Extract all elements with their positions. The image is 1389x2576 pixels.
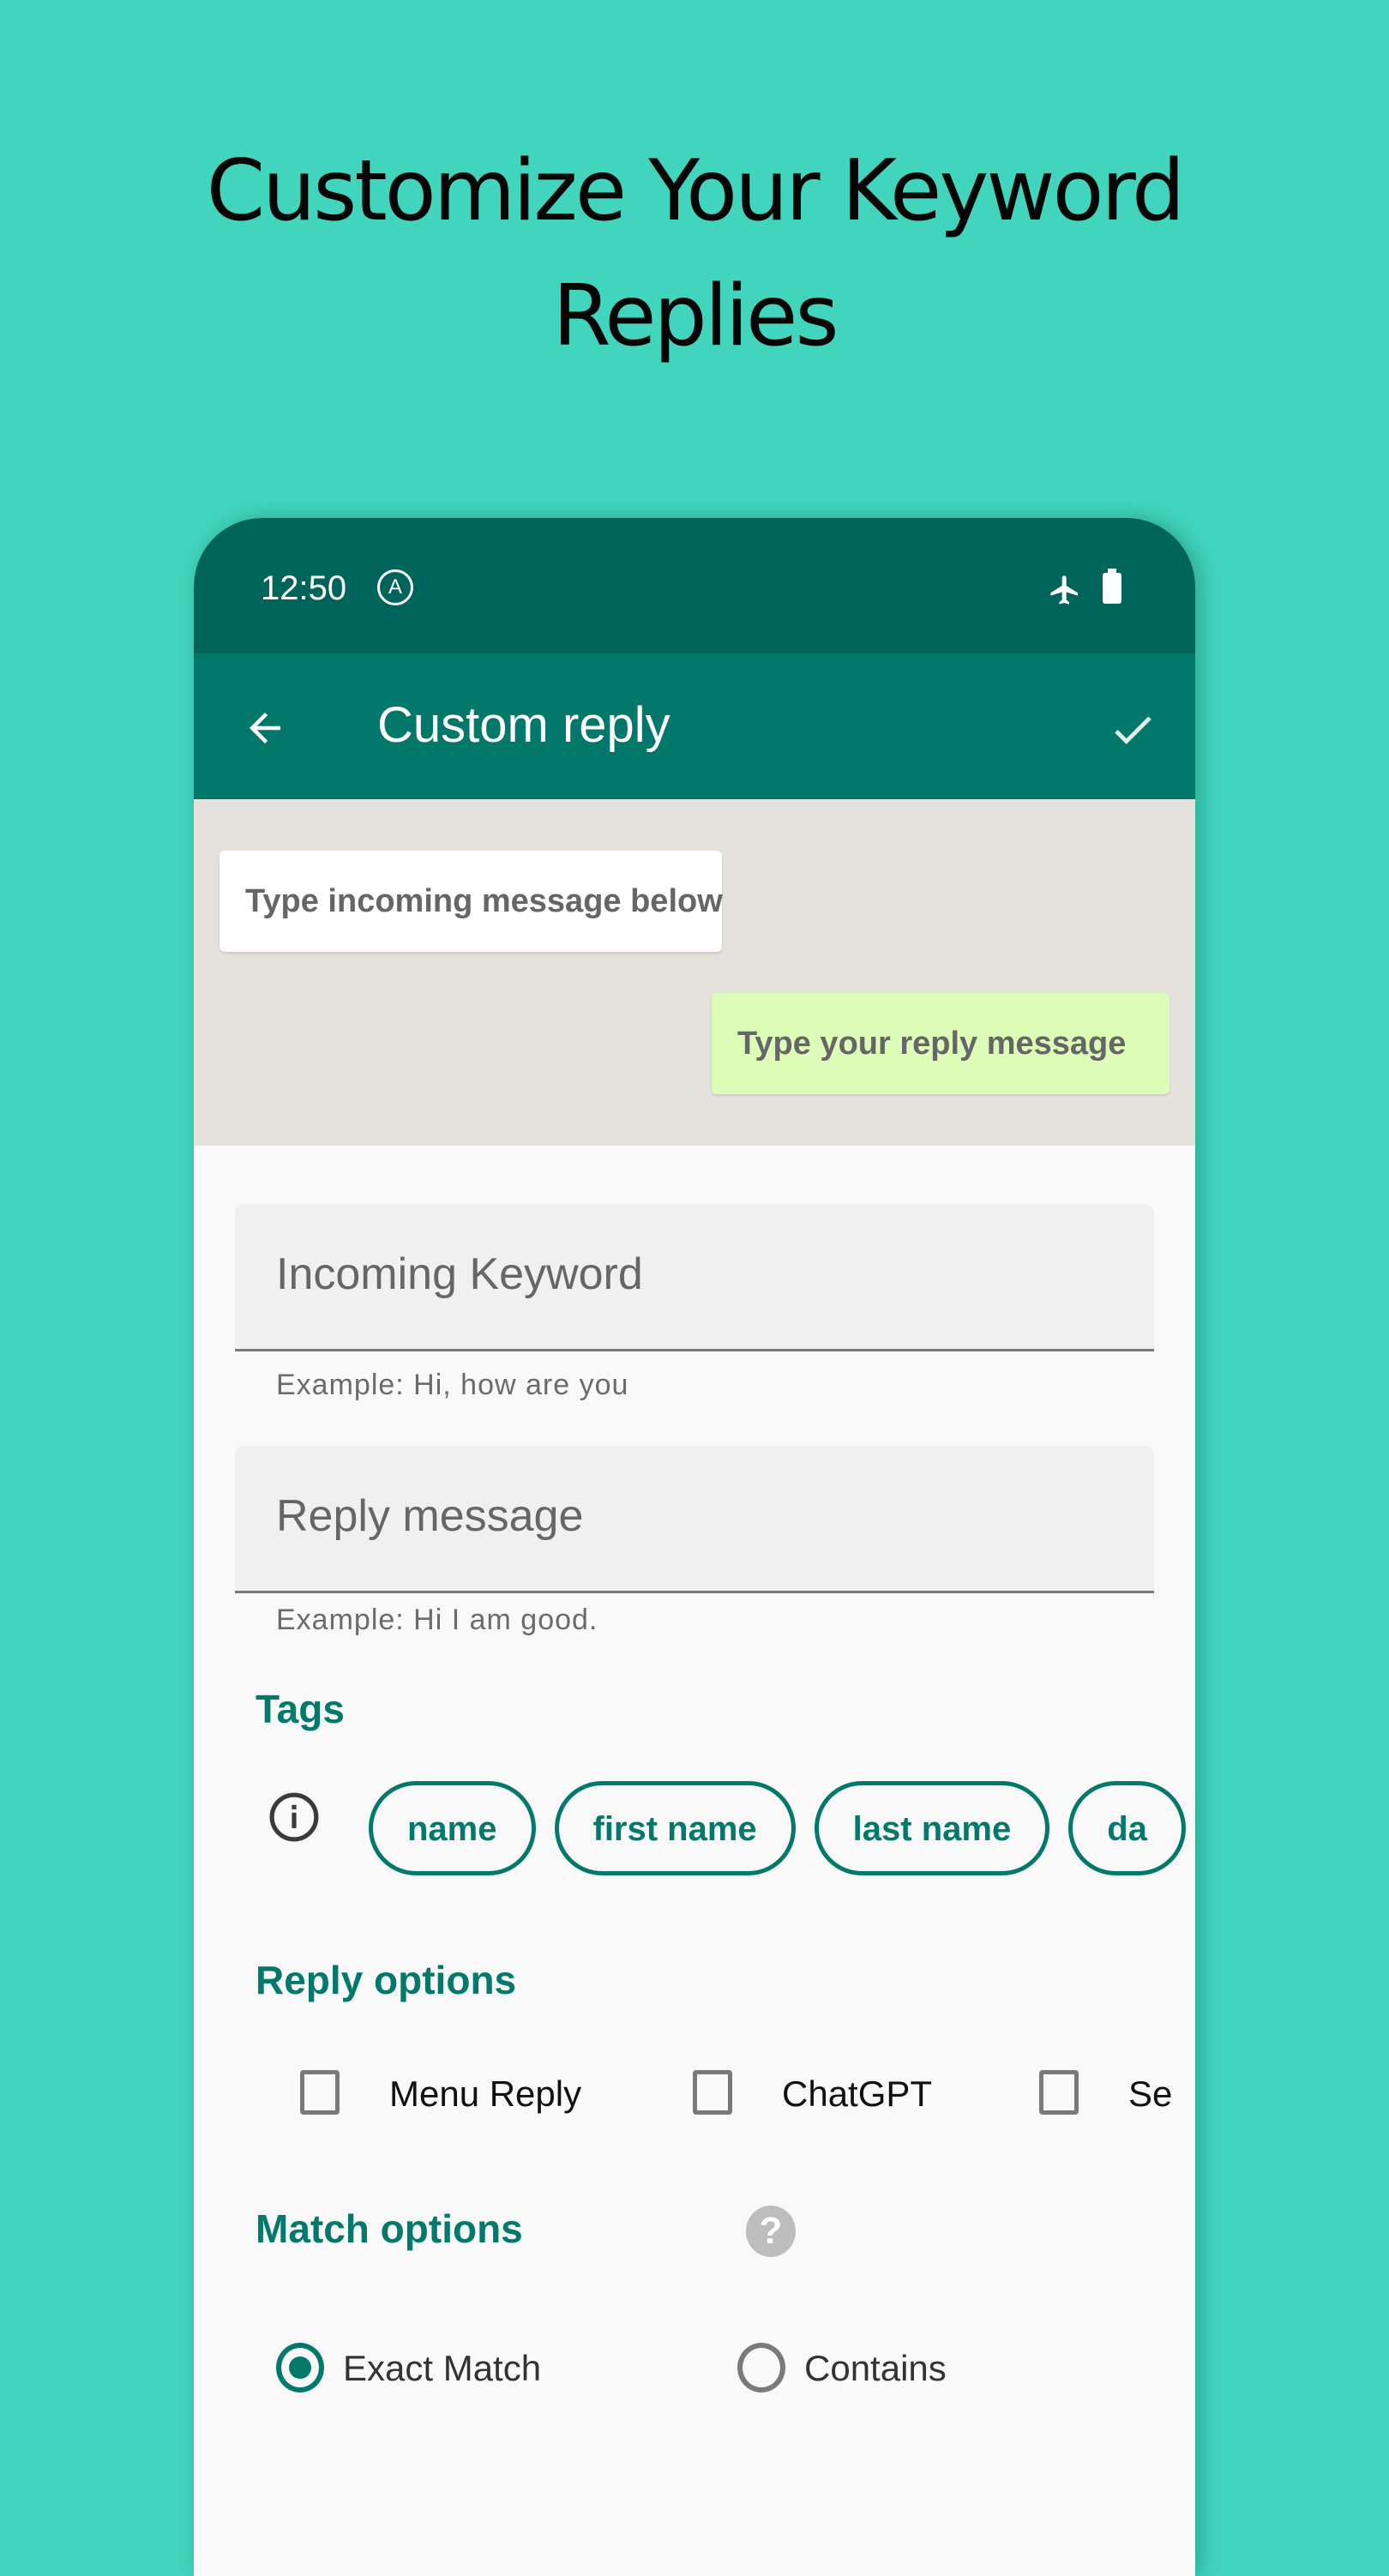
toolbar-title: Custom reply <box>377 697 670 753</box>
third-reply-option-checkbox[interactable]: Ser <box>1039 2061 1175 2130</box>
checkbox-label: Ser <box>1128 2073 1175 2114</box>
chat-preview: Type incoming message below Type your re… <box>194 799 1195 1146</box>
match-options-title: Match options <box>256 2206 523 2251</box>
headline-line-1: Customize Your Keyword <box>206 142 1185 240</box>
reply-message-field[interactable]: Reply message <box>235 1446 1154 1593</box>
battery-icon <box>1103 569 1121 604</box>
reply-message-placeholder: Reply message <box>276 1491 584 1541</box>
incoming-keyword-placeholder: Incoming Keyword <box>276 1249 643 1299</box>
checkbox-box <box>1039 2070 1079 2115</box>
radio-selected-icon <box>276 2343 324 2392</box>
tag-chip-date[interactable]: da <box>1068 1781 1186 1875</box>
incoming-keyword-field[interactable]: Incoming Keyword <box>235 1204 1154 1351</box>
save-check-icon[interactable] <box>1108 705 1158 759</box>
checkbox-label: Menu Reply <box>389 2073 582 2114</box>
reply-message-helper: Example: Hi I am good. <box>276 1604 598 1636</box>
menu-reply-checkbox[interactable]: Menu Reply <box>300 2061 609 2130</box>
tag-chip-last-name[interactable]: last name <box>814 1781 1050 1875</box>
status-bar: 12:50 A <box>194 518 1195 653</box>
airplane-mode-icon <box>1048 573 1082 611</box>
tag-chip-name[interactable]: name <box>369 1781 536 1875</box>
reply-options-row: Menu Reply ChatGPT Ser <box>194 2061 1175 2130</box>
checkbox-label: ChatGPT <box>782 2073 933 2114</box>
contains-radio[interactable]: Contains <box>737 2339 960 2399</box>
incoming-keyword-helper: Example: Hi, how are you <box>276 1369 629 1401</box>
status-time: 12:50 <box>261 569 347 607</box>
reply-message-bubble: Type your reply message <box>712 993 1170 1094</box>
checkbox-box <box>300 2070 340 2115</box>
radio-label: Contains <box>804 2348 947 2388</box>
auto-indicator-icon: A <box>377 569 413 605</box>
app-toolbar: Custom reply <box>194 653 1195 799</box>
radio-unselected-icon <box>737 2343 785 2392</box>
tags-title: Tags <box>256 1687 345 1731</box>
radio-label: Exact Match <box>343 2348 542 2388</box>
chatgpt-checkbox[interactable]: ChatGPT <box>693 2061 967 2130</box>
exact-match-radio[interactable]: Exact Match <box>276 2339 541 2399</box>
incoming-message-bubble: Type incoming message below <box>219 851 723 952</box>
back-arrow-icon[interactable] <box>242 705 288 755</box>
help-icon[interactable]: ? <box>746 2206 796 2257</box>
info-icon[interactable] <box>268 1791 321 1848</box>
checkbox-box <box>693 2070 732 2115</box>
reply-options-title: Reply options <box>256 1958 517 2002</box>
tag-chip-first-name[interactable]: first name <box>554 1781 796 1875</box>
headline-line-2: Replies <box>552 268 839 365</box>
promo-headline: Customize Your Keyword Replies <box>0 129 1389 379</box>
tag-chip-list: name first name last name da <box>369 1781 1192 1887</box>
